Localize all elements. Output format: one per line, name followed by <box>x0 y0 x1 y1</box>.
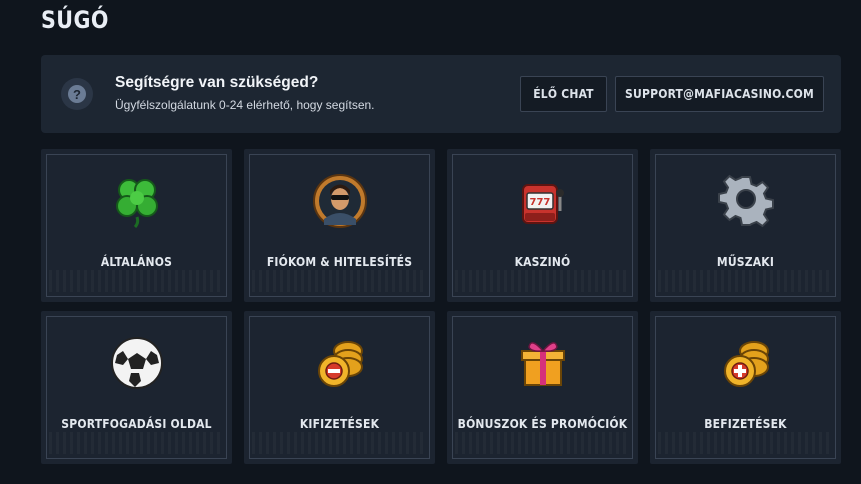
help-subtitle: Ügyfélszolgálatunk 0-24 elérhető, hogy s… <box>115 98 375 112</box>
svg-text:777: 777 <box>529 197 550 208</box>
gear-icon <box>717 174 774 228</box>
category-label: KIFIZETÉSEK <box>299 417 380 431</box>
category-label: BÓNUSZOK ÉS PROMÓCIÓK <box>457 417 628 431</box>
category-label: KASZINÓ <box>514 255 571 269</box>
coins-plus-icon <box>723 341 769 387</box>
help-banner: ? Segítségre van szükséged? Ügyfélszolgá… <box>41 55 841 133</box>
gift-icon <box>520 342 565 386</box>
slot-machine-icon: 777 <box>521 184 564 224</box>
page-title: SÚGÓ <box>41 6 109 34</box>
category-label: ÁLTALÁNOS <box>100 255 173 269</box>
category-deposits[interactable]: BEFIZETÉSEK <box>650 311 841 464</box>
category-bonuses[interactable]: BÓNUSZOK ÉS PROMÓCIÓK <box>447 311 638 464</box>
clover-icon <box>115 179 158 229</box>
live-chat-button[interactable]: ÉLŐ CHAT <box>520 76 607 112</box>
category-sportsbook[interactable]: SPORTFOGADÁSI OLDAL <box>41 311 232 464</box>
help-text: Segítségre van szükséged? Ügyfélszolgála… <box>115 74 375 112</box>
coins-minus-icon <box>317 341 363 387</box>
category-label: BEFIZETÉSEK <box>704 417 787 431</box>
soccer-ball-icon <box>110 337 163 389</box>
category-label: SPORTFOGADÁSI OLDAL <box>61 417 212 431</box>
category-label: MŰSZAKI <box>716 255 775 269</box>
category-technical[interactable]: MŰSZAKI <box>650 149 841 302</box>
help-title: Segítségre van szükséged? <box>115 74 319 91</box>
category-account[interactable]: FIÓKOM & HITELESÍTÉS <box>244 149 435 302</box>
help-page: SÚGÓ ? Segítségre van szükséged? Ügyféls… <box>0 0 861 484</box>
category-label: FIÓKOM & HITELESÍTÉS <box>266 255 413 269</box>
question-icon: ? <box>61 78 93 110</box>
category-casino[interactable]: 777 KASZINÓ <box>447 149 638 302</box>
category-withdrawals[interactable]: KIFIZETÉSEK <box>244 311 435 464</box>
avatar-icon <box>312 174 367 228</box>
support-email-button[interactable]: SUPPORT@MAFIACASINO.COM <box>615 76 824 112</box>
category-general[interactable]: ÁLTALÁNOS <box>41 149 232 302</box>
